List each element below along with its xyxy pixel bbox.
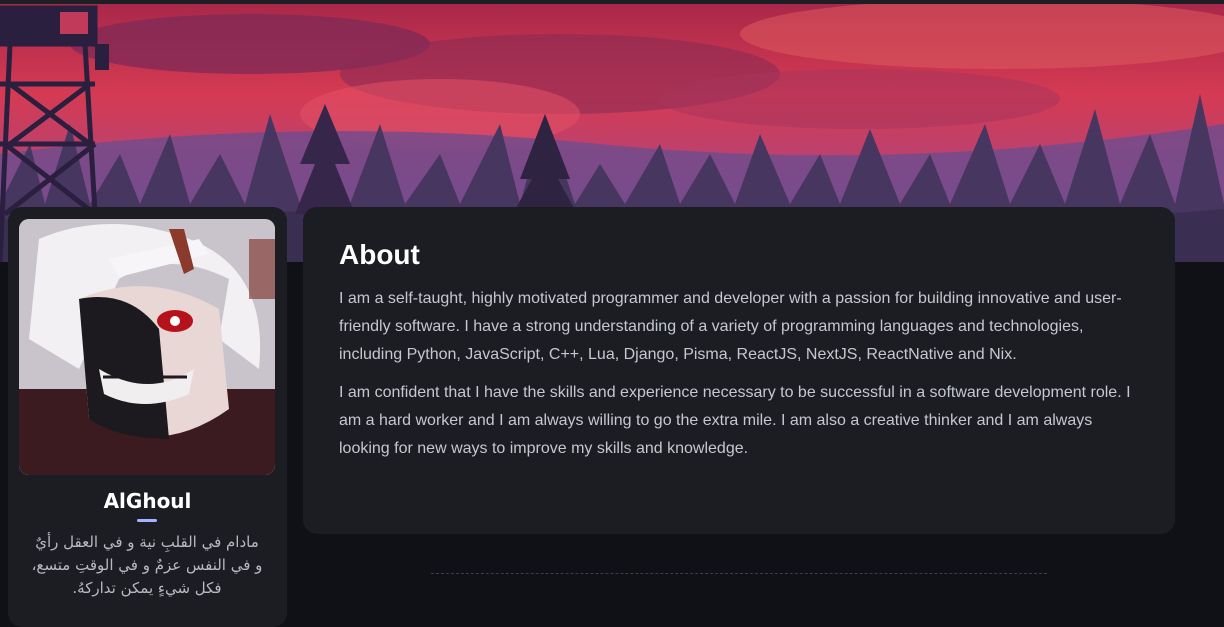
name-underline <box>137 519 157 522</box>
about-title: About <box>339 239 420 270</box>
username: AlGhoul <box>103 489 192 513</box>
avatar <box>19 219 275 475</box>
profile-card: AlGhoul مادام في القلبِ نية و في العقل ر… <box>8 207 287 627</box>
bio-line: فكل شيءٍ يمكن تداركهُ. <box>72 579 222 597</box>
about-card: About I am a self-taught, highly motivat… <box>303 207 1175 534</box>
about-paragraph: I am a self-taught, highly motivated pro… <box>339 290 1122 363</box>
bio: مادام في القلبِ نية و في العقل رأيٌ و في… <box>22 531 272 600</box>
bio-line: و في النفس عزمٌ و في الوقتِ متسع، <box>31 556 263 574</box>
bio-line: مادام في القلبِ نية و في العقل رأيٌ <box>35 533 259 551</box>
section-divider <box>431 573 1047 574</box>
about-paragraph: I am confident that I have the skills an… <box>339 384 1131 457</box>
